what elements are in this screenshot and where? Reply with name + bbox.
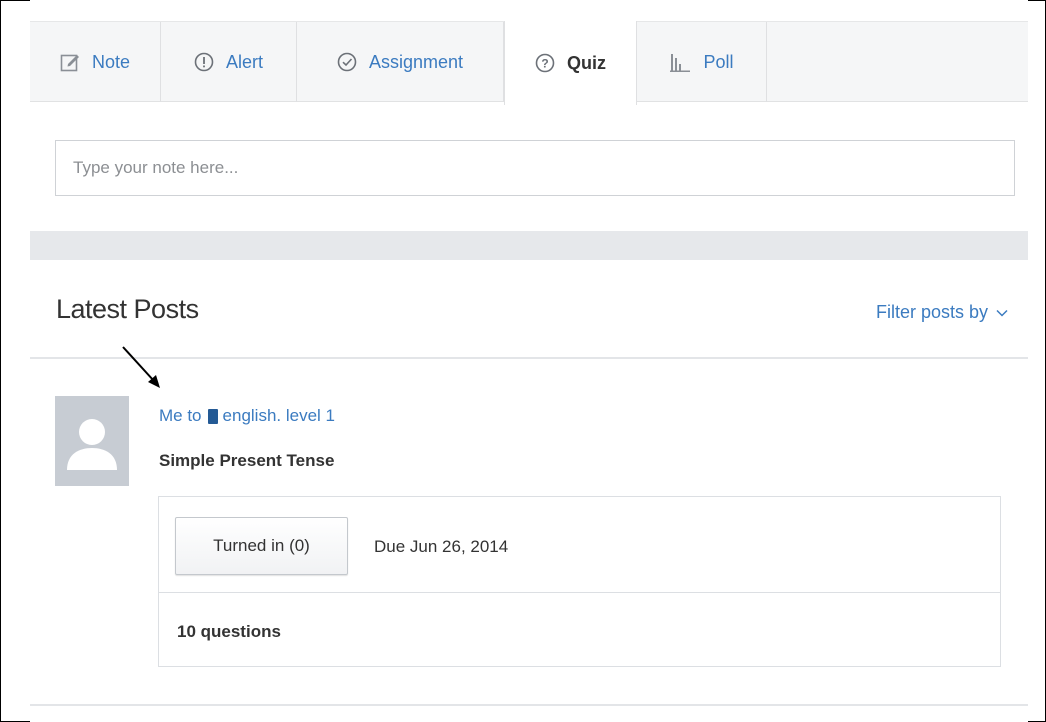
note-icon: [60, 52, 80, 72]
annotation-arrow-icon: [122, 346, 160, 388]
tab-note[interactable]: Note: [30, 22, 161, 102]
main-content: Note Alert Assignment ? Quiz Poll Type y…: [30, 0, 1028, 722]
quiz-icon: ?: [535, 53, 555, 73]
post-type-tabs: Note Alert Assignment ? Quiz Poll: [30, 21, 1028, 105]
filter-posts-dropdown[interactable]: Filter posts by: [876, 302, 1008, 323]
due-date: Due Jun 26, 2014: [374, 537, 509, 556]
latest-posts-heading: Latest Posts: [56, 294, 199, 324]
tab-note-label: Note: [91, 51, 131, 72]
tab-assignment-label: Assignment: [368, 51, 464, 72]
post-title: Simple Present Tense: [159, 451, 335, 470]
quiz-card: Turned in (0) Due Jun 26, 2014 10 questi…: [158, 496, 1001, 667]
group-icon: [207, 408, 218, 424]
post-byline[interactable]: Me to english. level 1: [159, 406, 335, 426]
section-divider-band: [30, 231, 1028, 260]
avatar[interactable]: [55, 396, 129, 486]
tab-quiz-label: Quiz: [567, 52, 606, 73]
divider: [30, 704, 1028, 706]
question-count: 10 questions: [177, 622, 281, 641]
alert-icon: [194, 52, 214, 72]
turned-in-button[interactable]: Turned in (0): [175, 517, 348, 575]
assignment-icon: [337, 52, 357, 72]
poll-icon: [669, 51, 691, 73]
tab-alert-label: Alert: [225, 51, 263, 72]
svg-text:?: ?: [541, 57, 548, 71]
tab-assignment[interactable]: Assignment: [297, 22, 504, 102]
filter-posts-label: Filter posts by: [875, 302, 988, 322]
tab-quiz[interactable]: ? Quiz: [504, 21, 637, 105]
tab-poll[interactable]: Poll: [637, 22, 767, 102]
tab-poll-label: Poll: [703, 51, 734, 72]
chevron-down-icon: [996, 309, 1008, 317]
post-sender: Me to: [159, 406, 202, 425]
post-group-link[interactable]: english. level 1: [223, 406, 335, 426]
card-divider: [159, 592, 1000, 593]
divider: [30, 357, 1028, 359]
note-input[interactable]: [55, 140, 1015, 196]
user-silhouette-icon: [67, 419, 117, 470]
tab-alert[interactable]: Alert: [161, 22, 297, 102]
